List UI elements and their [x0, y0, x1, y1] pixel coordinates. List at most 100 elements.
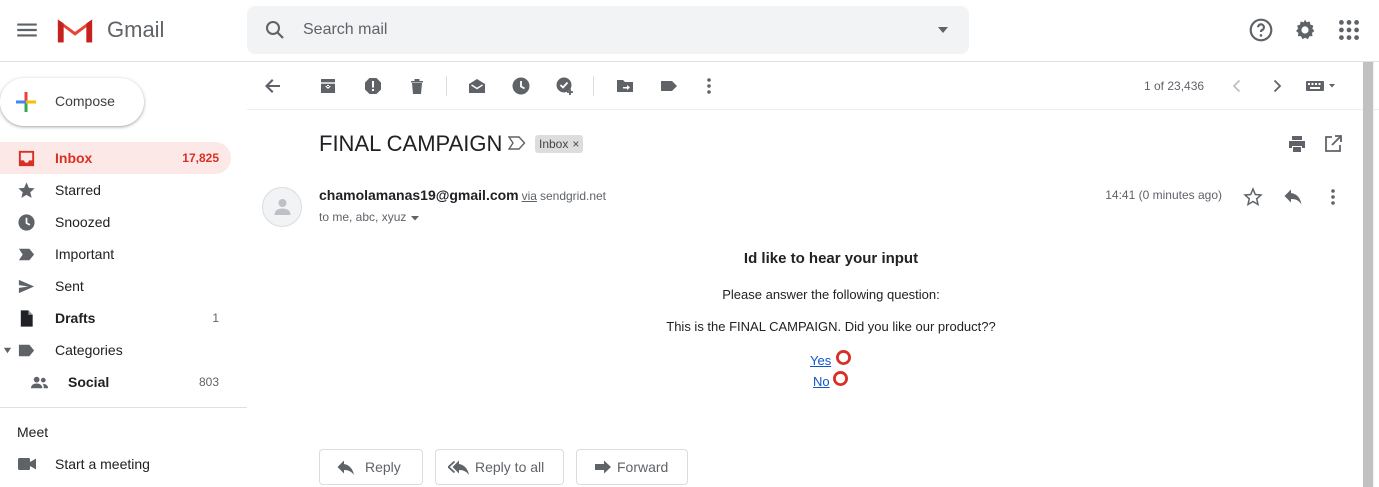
remove-label-icon[interactable]: × — [572, 137, 579, 151]
help-icon[interactable] — [1248, 17, 1274, 43]
sidebar-item-starred[interactable]: Starred — [0, 174, 231, 206]
start-meeting-item[interactable]: Start a meeting — [0, 448, 231, 480]
forward-label: Forward — [617, 459, 669, 475]
sidebar-item-sent[interactable]: Sent — [0, 270, 231, 302]
archive-icon[interactable] — [318, 76, 338, 96]
sidebar-item-categories[interactable]: Categories — [0, 334, 231, 366]
older-chevron-right-icon[interactable] — [1267, 76, 1287, 96]
reply-button[interactable]: Reply — [319, 449, 423, 485]
sender-avatar[interactable] — [262, 187, 302, 227]
important-icon — [18, 248, 35, 261]
reply-arrow-icon — [337, 460, 354, 475]
sidebar-item-label: Inbox — [55, 150, 93, 166]
sidebar-item-label: Drafts — [55, 310, 96, 326]
start-meeting-label: Start a meeting — [55, 456, 150, 472]
search-input[interactable] — [303, 19, 903, 41]
input-tools-keyboard-icon[interactable] — [1305, 76, 1339, 96]
people-icon — [30, 376, 49, 389]
message-pane: FINAL CAMPAIGN Inbox × chamolamanas19@gma… — [247, 110, 1364, 487]
labels-icon[interactable] — [659, 76, 679, 96]
sender-email[interactable]: chamolamanas19@gmail.com — [319, 187, 519, 203]
sidebar-item-social[interactable]: Social 803 — [0, 366, 231, 398]
clock-icon — [18, 214, 35, 231]
pagination-count: 1 of 23,436 — [1144, 79, 1205, 93]
draft-icon — [20, 310, 33, 327]
search-bar[interactable] — [247, 6, 969, 54]
sidebar-divider — [0, 407, 247, 408]
compose-label: Compose — [55, 93, 115, 109]
body-heading: Id like to hear your input — [743, 250, 919, 267]
move-to-icon[interactable] — [615, 76, 635, 96]
sidebar-item-label: Social — [68, 374, 110, 390]
sidebar-item-drafts[interactable]: Drafts 1 — [0, 302, 231, 334]
search-options-icon[interactable] — [935, 22, 951, 38]
delete-trash-icon[interactable] — [407, 76, 427, 96]
email-subject: FINAL CAMPAIGN — [319, 131, 503, 156]
answer-yes-link[interactable]: Yes — [810, 353, 831, 368]
settings-gear-icon[interactable] — [1292, 17, 1318, 43]
expand-arrow-icon[interactable] — [3, 346, 12, 355]
recipients-line: to me, abc, xyuz — [319, 210, 420, 224]
body-instruction: Please answer the following question: — [722, 287, 940, 302]
reply-all-button[interactable]: Reply to all — [435, 449, 564, 485]
gmail-logo[interactable] — [56, 15, 94, 45]
person-icon — [274, 199, 291, 215]
label-icon — [18, 344, 35, 357]
forward-arrow-icon — [595, 460, 611, 474]
sidebar-item-count: 17,825 — [182, 151, 219, 165]
sidebar-item-snoozed[interactable]: Snoozed — [0, 206, 231, 238]
main-area: 1 of 23,436 FINAL CAMPAIGN Inbox × chamo… — [247, 62, 1379, 487]
sidebar-item-inbox[interactable]: Inbox 17,825 — [0, 142, 231, 174]
inbox-label-chip[interactable]: Inbox × — [535, 135, 584, 153]
answer-no-link[interactable]: No — [813, 374, 830, 389]
annotation-circle-icon — [833, 371, 848, 386]
report-spam-icon[interactable] — [363, 76, 383, 96]
toolbar-separator — [593, 76, 594, 96]
sidebar-item-label: Sent — [55, 278, 84, 294]
send-icon — [18, 279, 35, 294]
compose-plus-icon — [16, 92, 36, 112]
snooze-clock-icon[interactable] — [511, 76, 531, 96]
importance-marker-icon[interactable] — [508, 136, 526, 150]
star-outline-icon[interactable] — [1243, 187, 1263, 207]
main-menu-icon[interactable] — [14, 17, 40, 43]
reply-all-label: Reply to all — [475, 459, 545, 475]
message-toolbar: 1 of 23,436 — [247, 62, 1379, 110]
reply-label: Reply — [365, 459, 401, 475]
scrollbar-thumb[interactable] — [1363, 62, 1373, 487]
print-icon[interactable] — [1287, 134, 1307, 154]
reply-icon[interactable] — [1283, 187, 1303, 207]
sidebar-item-label: Important — [55, 246, 115, 262]
email-timestamp: 14:41 (0 minutes ago) — [1105, 188, 1222, 202]
inbox-icon — [18, 150, 35, 167]
open-new-window-icon[interactable] — [1323, 134, 1343, 154]
sender-line: chamolamanas19@gmail.com via sendgrid.net — [319, 187, 606, 203]
video-camera-icon — [18, 458, 36, 470]
forward-button[interactable]: Forward — [576, 449, 688, 485]
show-details-dropdown-icon[interactable] — [410, 213, 420, 223]
sidebar-item-label: Snoozed — [55, 214, 111, 230]
newer-chevron-left-icon[interactable] — [1227, 76, 1247, 96]
brand-name: Gmail — [107, 17, 165, 42]
sidebar-item-important[interactable]: Important — [0, 238, 231, 270]
message-more-vert-icon[interactable] — [1323, 187, 1343, 207]
top-bar: Gmail — [0, 0, 1379, 62]
search-icon[interactable] — [263, 18, 287, 42]
annotation-circle-icon — [836, 350, 851, 365]
sidebar-item-count: 803 — [198, 375, 219, 389]
reply-all-icon — [448, 460, 469, 475]
more-vert-icon[interactable] — [699, 76, 719, 96]
apps-grid-icon[interactable] — [1336, 17, 1362, 43]
add-to-tasks-icon[interactable] — [555, 76, 575, 96]
label-chip-text: Inbox — [539, 137, 569, 151]
recipients-text: to me, abc, xyuz — [319, 210, 407, 224]
compose-button[interactable]: Compose — [0, 78, 144, 126]
meet-section-title: Meet — [17, 424, 49, 440]
sidebar: Compose Inbox 17,825 Starred Snoozed Imp… — [0, 62, 247, 487]
via-link[interactable]: via — [522, 189, 537, 203]
back-arrow-icon[interactable] — [263, 76, 283, 96]
sidebar-item-label: Categories — [55, 342, 123, 358]
body-question: This is the FINAL CAMPAIGN. Did you like… — [666, 319, 996, 334]
mark-unread-icon[interactable] — [467, 76, 487, 96]
via-domain: sendgrid.net — [539, 189, 607, 203]
